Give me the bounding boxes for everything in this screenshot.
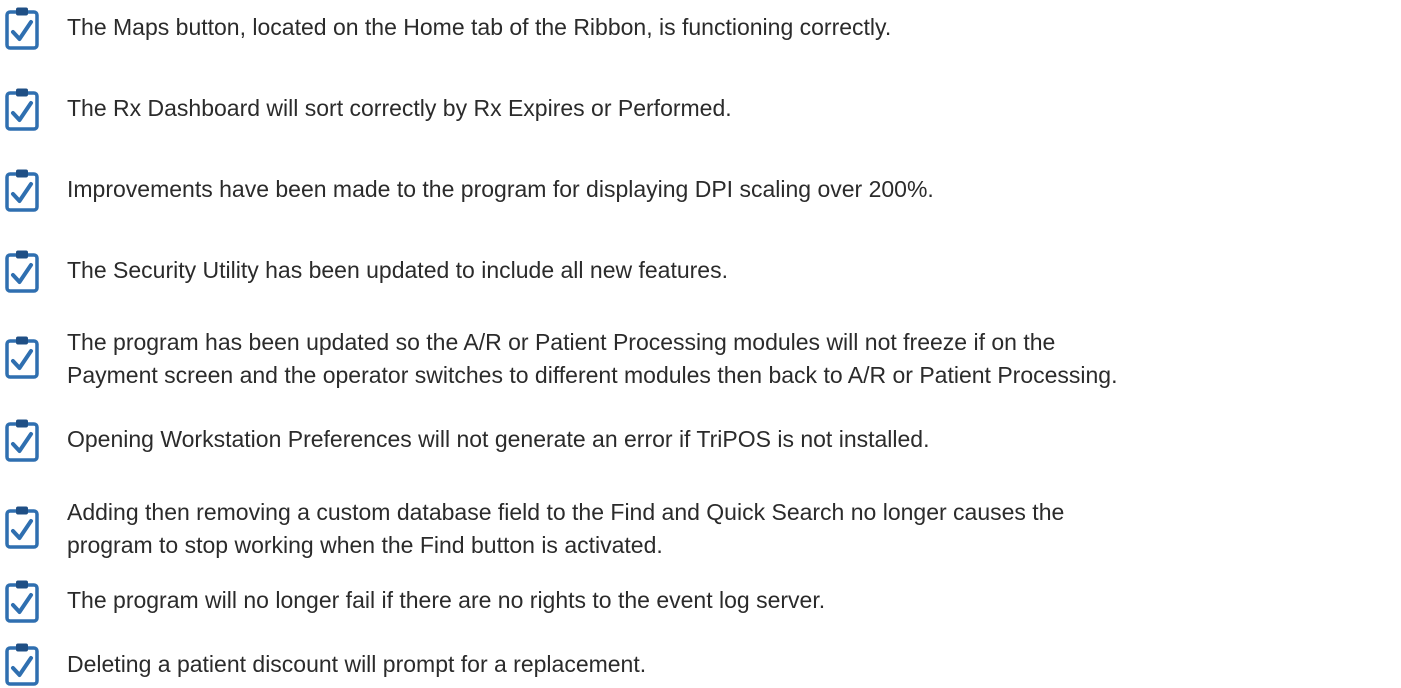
item-text-line: The Security Utility has been updated to…	[67, 257, 728, 283]
item-text: Adding then removing a custom database f…	[67, 496, 1064, 562]
clipboard-check-icon	[4, 418, 40, 462]
clipboard-check-icon	[4, 87, 40, 131]
item-text-line: program to stop working when the Find bu…	[67, 532, 663, 558]
item-text-line: The Maps button, located on the Home tab…	[67, 14, 892, 40]
clipboard-check-icon	[4, 579, 40, 623]
item-text: The program has been updated so the A/R …	[67, 326, 1118, 392]
item-text-line: The program has been updated so the A/R …	[67, 329, 1056, 355]
item-text: Deleting a patient discount will prompt …	[67, 648, 646, 681]
item-text-line: Payment screen and the operator switches…	[67, 362, 1118, 388]
item-text-line: The Rx Dashboard will sort correctly by …	[67, 95, 732, 121]
clipboard-check-icon	[4, 249, 40, 293]
item-text: The Security Utility has been updated to…	[67, 254, 728, 287]
item-text: The program will no longer fail if there…	[67, 584, 825, 617]
item-text: The Maps button, located on the Home tab…	[67, 11, 891, 44]
clipboard-check-icon	[4, 505, 40, 549]
item-text-line: Opening Workstation Preferences will not…	[67, 426, 930, 452]
clipboard-check-icon	[4, 6, 40, 50]
item-text: Opening Workstation Preferences will not…	[67, 423, 930, 456]
clipboard-check-icon	[4, 335, 40, 379]
item-text-line: Deleting a patient discount will prompt …	[67, 651, 647, 677]
clipboard-check-icon	[4, 642, 40, 686]
release-notes-list: The Maps button, located on the Home tab…	[0, 0, 1401, 688]
item-text-line: Adding then removing a custom database f…	[67, 499, 1065, 525]
item-text-line: The program will no longer fail if there…	[67, 587, 826, 613]
clipboard-check-icon	[4, 168, 40, 212]
item-text: Improvements have been made to the progr…	[67, 173, 934, 206]
item-text-line: Improvements have been made to the progr…	[67, 176, 934, 202]
item-text: The Rx Dashboard will sort correctly by …	[67, 92, 732, 125]
